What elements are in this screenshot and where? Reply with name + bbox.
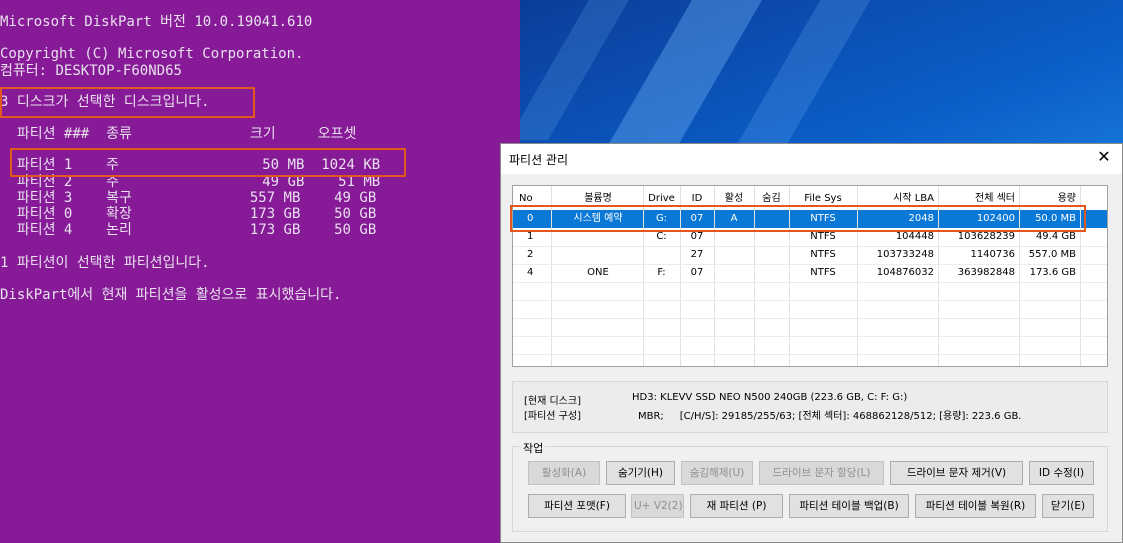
remove-drive-letter-button[interactable]: 드라이브 문자 제거(V) — [890, 461, 1023, 485]
table-row[interactable]: 4 ONE F: 07 NTFS 104876032 363982848 173… — [513, 264, 1107, 282]
console-line: Copyright (C) Microsoft Corporation. — [0, 46, 304, 62]
console-line: Microsoft DiskPart 버전 10.0.19041.610 — [0, 14, 313, 30]
table-cell — [714, 264, 754, 282]
table-cell: 557.0 MB — [1028, 249, 1076, 260]
format-partition-button[interactable]: 파티션 포맷(F) — [528, 494, 626, 518]
table-cell — [714, 246, 754, 264]
table-cell: F: — [657, 267, 666, 278]
hide-button[interactable]: 숨기기(H) — [606, 461, 675, 485]
close-icon[interactable]: ✕ — [1094, 147, 1114, 166]
table-cell — [553, 246, 643, 264]
actions-group — [512, 446, 1108, 532]
console-line: 컴퓨터: DESKTOP-F60ND65 — [0, 63, 182, 79]
partition-layout-value: MBR; [C/H/S]: 29185/255/63; [전체 섹터]: 468… — [638, 411, 1022, 422]
restore-partition-table-button[interactable]: 파티션 테이블 복원(R) — [915, 494, 1036, 518]
close-button[interactable]: 닫기(E) — [1042, 494, 1094, 518]
console-line: 1 파티션이 선택한 파티션입니다. — [0, 255, 210, 271]
console-line: 파티션 ### 종류 크기 오프셋 — [0, 126, 357, 142]
current-disk-value: HD3: KLEVV SSD NEO N500 240GB (223.6 GB,… — [632, 392, 908, 403]
table-cell: 27 — [690, 249, 704, 260]
table-cell: 103733248 — [876, 249, 934, 260]
console-line: 파티션 4 논리 173 GB 50 GB — [0, 222, 377, 238]
unhide-button[interactable]: 숨김해제(U) — [681, 461, 753, 485]
table-cell: 104876032 — [876, 267, 934, 278]
table-cell: 2 — [527, 249, 534, 260]
table-cell — [643, 246, 680, 264]
assign-drive-letter-button[interactable]: 드라이브 문자 할당(L) — [759, 461, 884, 485]
table-cell: NTFS — [810, 267, 836, 278]
disk-info-panel: [현재 디스크] HD3: KLEVV SSD NEO N500 240GB (… — [512, 381, 1108, 433]
table-cell: 173.6 GB — [1029, 267, 1076, 278]
current-disk-label: [현재 디스크] — [524, 396, 581, 407]
table-cell: NTFS — [810, 249, 836, 260]
table-cell: 363982848 — [957, 267, 1015, 278]
highlight-box — [10, 148, 406, 177]
backup-partition-table-button[interactable]: 파티션 테이블 백업(B) — [789, 494, 909, 518]
actions-group-label: 작업 — [521, 440, 546, 456]
table-cell — [754, 264, 789, 282]
u-v2-button[interactable]: U+ V2(2) — [631, 494, 684, 518]
console-line: 파티션 0 확장 173 GB 50 GB — [0, 206, 377, 222]
console-line: 파티션 3 복구 557 MB 49 GB — [0, 190, 377, 206]
highlight-box — [510, 205, 1086, 232]
table-row[interactable]: 2 27 NTFS 103733248 1140736 557.0 MB — [513, 246, 1107, 264]
repartition-button[interactable]: 재 파티션 (P) — [690, 494, 783, 518]
title-bar: 파티션 관리 ✕ — [501, 144, 1122, 174]
activate-button[interactable]: 활성화(A) — [528, 461, 600, 485]
diskpart-console: Microsoft DiskPart 버전 10.0.19041.610 Cop… — [0, 0, 520, 543]
console-line: DiskPart에서 현재 파티션을 활성으로 표시했습니다. — [0, 287, 342, 303]
table-cell: 07 — [690, 267, 704, 278]
highlight-box — [0, 87, 255, 118]
change-id-button[interactable]: ID 수정(I) — [1029, 461, 1094, 485]
table-cell: 4 — [527, 267, 534, 278]
dialog-title: 파티션 관리 — [509, 153, 569, 167]
table-cell: 1140736 — [970, 249, 1015, 260]
table-cell: ONE — [587, 267, 609, 278]
partition-manager-dialog: 파티션 관리 ✕ No 볼륨명 Drive ID 활성 숨김 File Sys … — [500, 143, 1123, 543]
partition-layout-label: [파티션 구성] — [524, 411, 581, 422]
table-cell — [754, 246, 789, 264]
